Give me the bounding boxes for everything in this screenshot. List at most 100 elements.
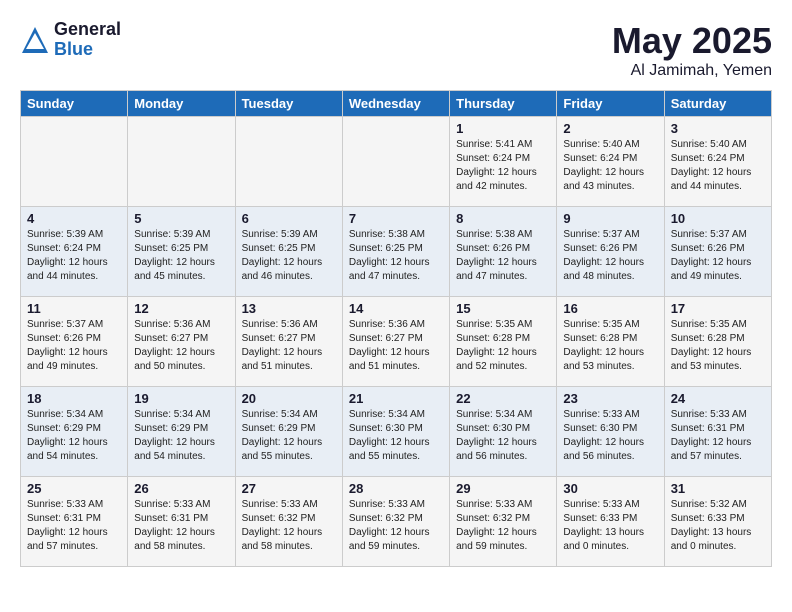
day-number: 4 <box>27 211 121 226</box>
cell-info: Sunrise: 5:34 AM Sunset: 6:29 PM Dayligh… <box>242 408 336 464</box>
cell-info: Sunrise: 5:40 AM Sunset: 6:24 PM Dayligh… <box>671 138 765 194</box>
calendar-cell: 24 Sunrise: 5:33 AM Sunset: 6:31 PM Dayli… <box>664 387 771 477</box>
day-number: 14 <box>349 301 443 316</box>
calendar-cell: 16 Sunrise: 5:35 AM Sunset: 6:28 PM Dayli… <box>557 297 664 387</box>
day-number: 23 <box>563 391 657 406</box>
column-header-tuesday: Tuesday <box>235 91 342 117</box>
day-number: 31 <box>671 481 765 496</box>
logo-text: General Blue <box>54 20 121 60</box>
calendar-cell: 20 Sunrise: 5:34 AM Sunset: 6:29 PM Dayli… <box>235 387 342 477</box>
logo-blue: Blue <box>54 40 121 60</box>
cell-info: Sunrise: 5:37 AM Sunset: 6:26 PM Dayligh… <box>563 228 657 284</box>
day-number: 21 <box>349 391 443 406</box>
calendar-cell: 3 Sunrise: 5:40 AM Sunset: 6:24 PM Daylig… <box>664 117 771 207</box>
column-header-saturday: Saturday <box>664 91 771 117</box>
calendar-cell <box>235 117 342 207</box>
calendar-cell: 13 Sunrise: 5:36 AM Sunset: 6:27 PM Dayli… <box>235 297 342 387</box>
column-header-friday: Friday <box>557 91 664 117</box>
calendar-table: SundayMondayTuesdayWednesdayThursdayFrid… <box>20 90 772 567</box>
calendar-cell: 29 Sunrise: 5:33 AM Sunset: 6:32 PM Dayli… <box>450 477 557 567</box>
cell-info: Sunrise: 5:37 AM Sunset: 6:26 PM Dayligh… <box>671 228 765 284</box>
day-number: 25 <box>27 481 121 496</box>
day-number: 27 <box>242 481 336 496</box>
calendar-cell: 12 Sunrise: 5:36 AM Sunset: 6:27 PM Dayli… <box>128 297 235 387</box>
day-number: 13 <box>242 301 336 316</box>
cell-info: Sunrise: 5:35 AM Sunset: 6:28 PM Dayligh… <box>563 318 657 374</box>
day-number: 12 <box>134 301 228 316</box>
day-number: 15 <box>456 301 550 316</box>
cell-info: Sunrise: 5:33 AM Sunset: 6:31 PM Dayligh… <box>671 408 765 464</box>
calendar-cell: 5Sunrise: 5:39 AM Sunset: 6:25 PM Daylig… <box>128 207 235 297</box>
calendar-cell: 17Sunrise: 5:35 AM Sunset: 6:28 PM Dayli… <box>664 297 771 387</box>
cell-info: Sunrise: 5:33 AM Sunset: 6:32 PM Dayligh… <box>456 498 550 554</box>
calendar-cell <box>21 117 128 207</box>
cell-info: Sunrise: 5:41 AM Sunset: 6:24 PM Dayligh… <box>456 138 550 194</box>
column-header-sunday: Sunday <box>21 91 128 117</box>
calendar-cell: 22Sunrise: 5:34 AM Sunset: 6:30 PM Dayli… <box>450 387 557 477</box>
day-number: 16 <box>563 301 657 316</box>
day-number: 30 <box>563 481 657 496</box>
day-number: 10 <box>671 211 765 226</box>
day-number: 2 <box>563 121 657 136</box>
calendar-cell: 26Sunrise: 5:33 AM Sunset: 6:31 PM Dayli… <box>128 477 235 567</box>
day-number: 11 <box>27 301 121 316</box>
logo-icon <box>20 25 50 55</box>
calendar-cell: 11 Sunrise: 5:37 AM Sunset: 6:26 PM Dayli… <box>21 297 128 387</box>
calendar-week-4: 18 Sunrise: 5:34 AM Sunset: 6:29 PM Dayli… <box>21 387 772 477</box>
cell-info: Sunrise: 5:35 AM Sunset: 6:28 PM Dayligh… <box>456 318 550 374</box>
calendar-cell: 9 Sunrise: 5:37 AM Sunset: 6:26 PM Daylig… <box>557 207 664 297</box>
column-header-thursday: Thursday <box>450 91 557 117</box>
cell-info: Sunrise: 5:34 AM Sunset: 6:29 PM Dayligh… <box>134 408 228 464</box>
cell-info: Sunrise: 5:39 AM Sunset: 6:25 PM Dayligh… <box>134 228 228 284</box>
day-number: 7 <box>349 211 443 226</box>
calendar-cell: 28 Sunrise: 5:33 AM Sunset: 6:32 PM Dayli… <box>342 477 449 567</box>
cell-info: Sunrise: 5:36 AM Sunset: 6:27 PM Dayligh… <box>134 318 228 374</box>
logo: General Blue <box>20 20 121 60</box>
calendar-cell: 23 Sunrise: 5:33 AM Sunset: 6:30 PM Dayli… <box>557 387 664 477</box>
calendar-cell: 2 Sunrise: 5:40 AM Sunset: 6:24 PM Daylig… <box>557 117 664 207</box>
day-number: 3 <box>671 121 765 136</box>
cell-info: Sunrise: 5:32 AM Sunset: 6:33 PM Dayligh… <box>671 498 765 554</box>
calendar-header-row: SundayMondayTuesdayWednesdayThursdayFrid… <box>21 91 772 117</box>
cell-info: Sunrise: 5:34 AM Sunset: 6:29 PM Dayligh… <box>27 408 121 464</box>
calendar-cell: 19Sunrise: 5:34 AM Sunset: 6:29 PM Dayli… <box>128 387 235 477</box>
calendar-cell <box>128 117 235 207</box>
logo-general: General <box>54 20 121 40</box>
day-number: 26 <box>134 481 228 496</box>
cell-info: Sunrise: 5:39 AM Sunset: 6:24 PM Dayligh… <box>27 228 121 284</box>
calendar-cell: 27 Sunrise: 5:33 AM Sunset: 6:32 PM Dayli… <box>235 477 342 567</box>
cell-info: Sunrise: 5:34 AM Sunset: 6:30 PM Dayligh… <box>456 408 550 464</box>
cell-info: Sunrise: 5:33 AM Sunset: 6:30 PM Dayligh… <box>563 408 657 464</box>
cell-info: Sunrise: 5:33 AM Sunset: 6:32 PM Dayligh… <box>349 498 443 554</box>
day-number: 17 <box>671 301 765 316</box>
calendar-title: May 2025 <box>612 20 772 62</box>
calendar-week-1: 1 Sunrise: 5:41 AM Sunset: 6:24 PM Daylig… <box>21 117 772 207</box>
calendar-cell: 8 Sunrise: 5:38 AM Sunset: 6:26 PM Daylig… <box>450 207 557 297</box>
day-number: 20 <box>242 391 336 406</box>
cell-info: Sunrise: 5:33 AM Sunset: 6:31 PM Dayligh… <box>27 498 121 554</box>
day-number: 18 <box>27 391 121 406</box>
day-number: 28 <box>349 481 443 496</box>
day-number: 8 <box>456 211 550 226</box>
calendar-cell: 7 Sunrise: 5:38 AM Sunset: 6:25 PM Daylig… <box>342 207 449 297</box>
calendar-cell: 30Sunrise: 5:33 AM Sunset: 6:33 PM Dayli… <box>557 477 664 567</box>
column-header-wednesday: Wednesday <box>342 91 449 117</box>
cell-info: Sunrise: 5:36 AM Sunset: 6:27 PM Dayligh… <box>349 318 443 374</box>
calendar-cell: 6Sunrise: 5:39 AM Sunset: 6:25 PM Daylig… <box>235 207 342 297</box>
day-number: 29 <box>456 481 550 496</box>
day-number: 1 <box>456 121 550 136</box>
calendar-cell <box>342 117 449 207</box>
day-number: 9 <box>563 211 657 226</box>
cell-info: Sunrise: 5:36 AM Sunset: 6:27 PM Dayligh… <box>242 318 336 374</box>
cell-info: Sunrise: 5:37 AM Sunset: 6:26 PM Dayligh… <box>27 318 121 374</box>
cell-info: Sunrise: 5:38 AM Sunset: 6:25 PM Dayligh… <box>349 228 443 284</box>
cell-info: Sunrise: 5:33 AM Sunset: 6:32 PM Dayligh… <box>242 498 336 554</box>
page-header: General Blue May 2025 Al Jamimah, Yemen <box>20 20 772 80</box>
column-header-monday: Monday <box>128 91 235 117</box>
day-number: 24 <box>671 391 765 406</box>
cell-info: Sunrise: 5:40 AM Sunset: 6:24 PM Dayligh… <box>563 138 657 194</box>
calendar-location: Al Jamimah, Yemen <box>612 62 772 80</box>
day-number: 6 <box>242 211 336 226</box>
cell-info: Sunrise: 5:38 AM Sunset: 6:26 PM Dayligh… <box>456 228 550 284</box>
calendar-cell: 25 Sunrise: 5:33 AM Sunset: 6:31 PM Dayli… <box>21 477 128 567</box>
